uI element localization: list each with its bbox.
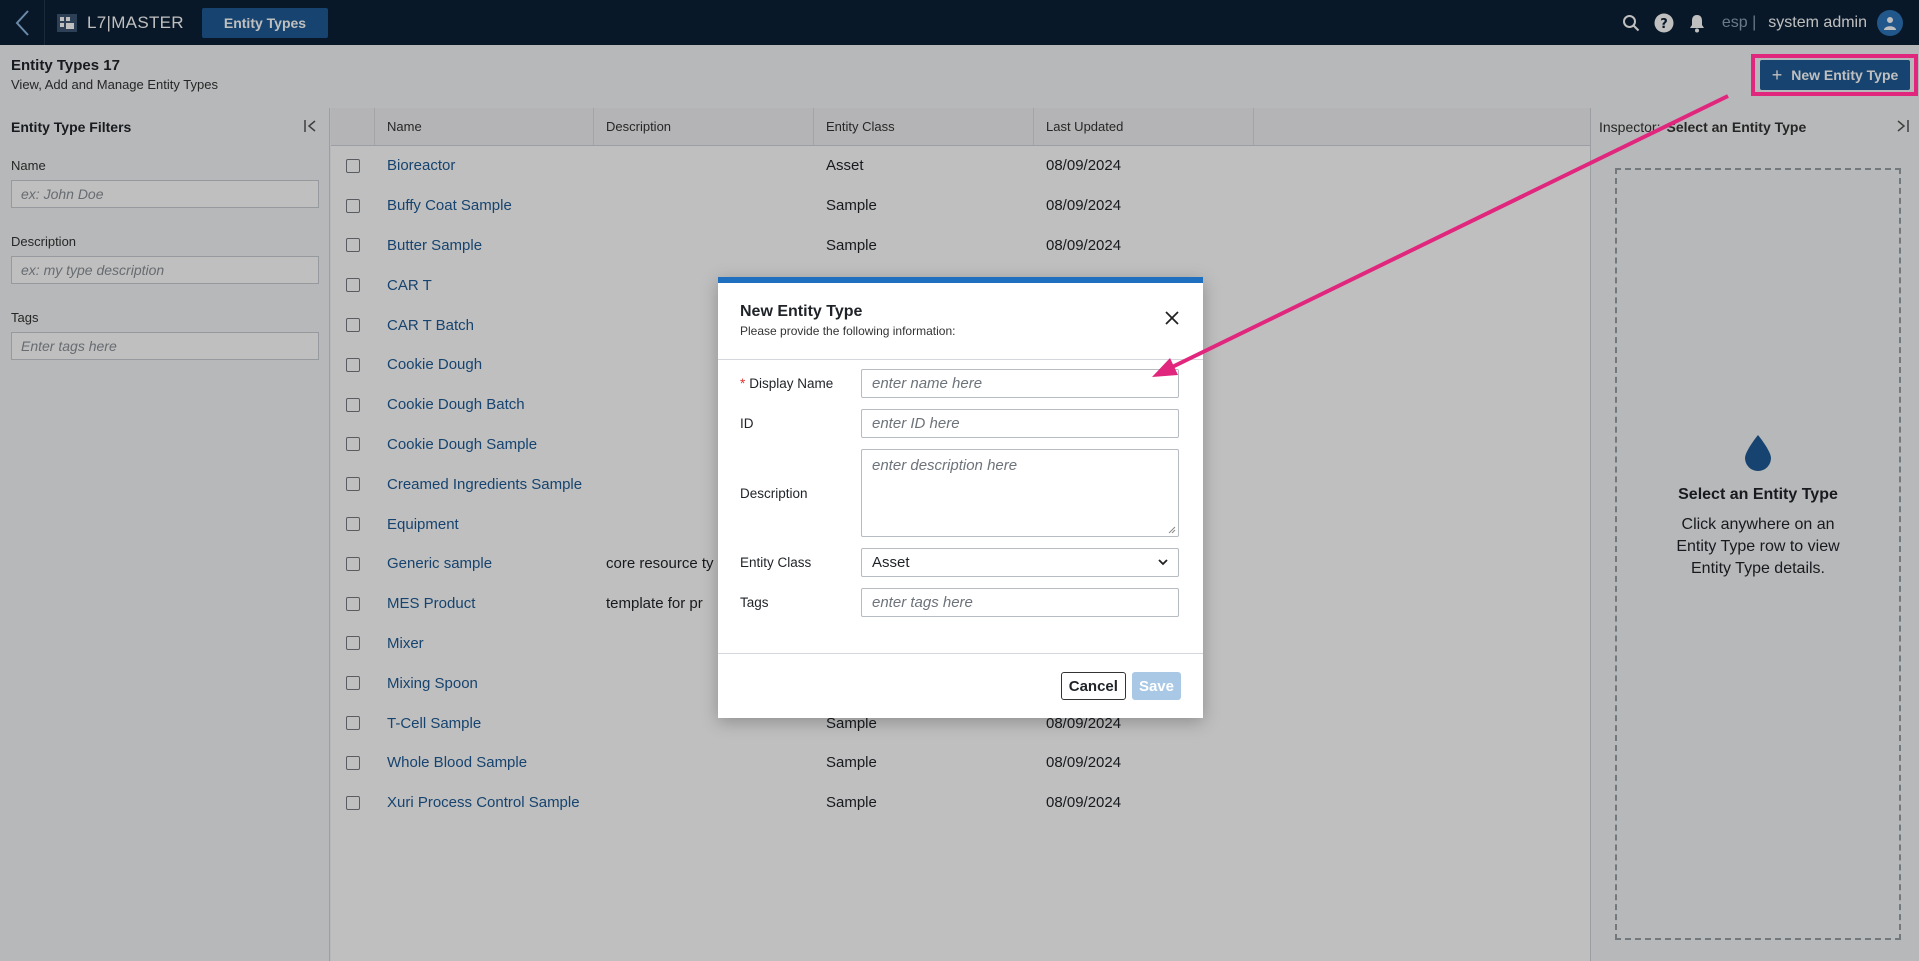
dialog-subtitle: Please provide the following information… [740, 324, 956, 338]
description-label: Description [740, 485, 808, 501]
dialog-title: New Entity Type [740, 303, 863, 320]
cancel-button[interactable]: Cancel [1060, 672, 1126, 700]
description-textarea[interactable]: enter description here [861, 449, 1179, 537]
entity-class-value: Asset [872, 554, 910, 571]
id-input[interactable]: enter ID here [861, 409, 1179, 438]
entity-class-label: Entity Class [740, 555, 812, 570]
new-entity-type-dialog: New Entity Type Please provide the follo… [718, 277, 1203, 718]
display-name-input[interactable]: enter name here [861, 369, 1179, 398]
close-icon[interactable] [1165, 311, 1179, 330]
save-button[interactable]: Save [1131, 672, 1181, 700]
id-label: ID [740, 416, 754, 431]
description-placeholder: enter description here [872, 457, 1018, 474]
display-name-label: * Display Name [740, 376, 834, 391]
resize-handle-icon[interactable] [1168, 526, 1176, 534]
entity-class-select[interactable]: Asset [861, 548, 1179, 577]
required-marker: * [740, 376, 746, 391]
tags-input[interactable]: enter tags here [861, 588, 1179, 617]
tags-label: Tags [740, 595, 769, 610]
annotation-highlight-box [1751, 54, 1918, 96]
chevron-down-icon [1158, 559, 1168, 566]
